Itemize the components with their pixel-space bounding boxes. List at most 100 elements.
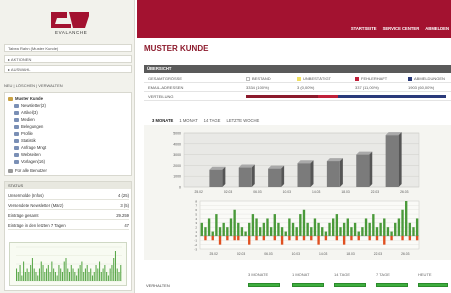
positive-bar [251,214,255,236]
mini-bar [33,268,35,281]
col-header: HEUTE [418,272,432,277]
mini-bar [51,261,53,281]
y-tick-label: 4 [195,217,197,221]
positive-bar [215,214,218,236]
positive-bar [237,222,240,236]
positive-bar [200,222,203,236]
positive-bar [361,227,364,236]
bar [326,161,340,187]
positive-bar [364,218,368,236]
mini-bar [63,261,65,281]
assignment-icon [14,124,19,129]
tab-3-monate[interactable]: 3 MONATE [151,118,174,123]
tree-item-label: Medien [21,117,35,122]
x-tick-label: 02.03 [224,190,232,194]
growth-bar-chart: 0 1000 2000 3000 4000 5000 25.02 02.03 06.03 10.0… [173,132,420,194]
tree-item-medien[interactable]: Medien [14,117,35,122]
tree-footer[interactable]: Für alle Benutzer [8,168,47,173]
y-tick-label: 6 [195,208,197,212]
legend-swatch [355,76,359,81]
tab-1-monat[interactable]: 1 MONAT [178,118,198,123]
page-title: MUSTER KUNDE [144,44,209,53]
tree-root[interactable]: Muster Kunde [8,96,43,101]
selection-toggle[interactable]: ▸ AUSWAHL [4,65,132,73]
x-tick-label: 25.02 [210,252,218,256]
mini-bar [77,268,79,281]
negative-bar [233,235,236,241]
mini-bar [31,258,33,281]
tree-item-label: Anfrage Mngt [21,145,47,150]
bar-side [398,132,402,187]
tab-letzte-woche[interactable]: LETZTE WOCHE [225,118,260,123]
mini-bar [46,268,48,281]
tree-item-vorlagen[interactable]: Vorlagen(16) [14,159,45,164]
mini-bar [17,272,19,281]
nav-abmelden[interactable]: ABMELDEN [425,26,449,31]
positive-bar [284,231,287,236]
behavior-bar [334,283,366,287]
value-bestand: 3334 (100%) [246,85,269,90]
negative-bar [342,235,346,245]
actions-toggle[interactable]: ▸ AKTIONEN [4,55,132,63]
tree-item-artikel[interactable]: Artikel(3) [14,110,38,115]
tree-item-newsletter[interactable]: Newsletter(2) [14,103,46,108]
tree-item-webseiten[interactable]: Webseiten [14,152,41,157]
tab-14-tage[interactable]: 14 TAGE [203,118,222,123]
legend-swatch [408,76,412,81]
negative-bar [375,235,379,241]
col-header: 3 MONATE [248,272,269,277]
distribution-abmeldungen [338,95,446,98]
row-label: VERHALTEN [146,283,170,288]
positive-bar [288,218,291,236]
positive-bar [310,227,313,236]
legend-label: ABMELDUNGEN [414,76,445,81]
users-icon [8,168,13,173]
left-sidebar: EVALANCHE Tabea Rahn (Muster Kunde) ▸ AK… [0,0,135,293]
y-tick-label: 0 [195,234,197,238]
value-unbestaetigt: 3 (0,00%) [297,85,315,90]
mini-bar [113,258,115,281]
y-tick-label: 5 [195,212,197,216]
x-tick-label: 25.02 [195,190,203,194]
y-tick-label: 5000 [173,132,181,136]
positive-bar [222,222,225,236]
mini-bar [53,268,55,281]
bar [356,154,370,187]
nav-startseite[interactable]: STARTSEITE [351,26,377,31]
positive-bar [386,227,390,236]
positive-bar [379,222,382,236]
tree-item-statistik[interactable]: Statistik [14,138,36,143]
mini-bar [58,265,60,281]
tree-root-label: Muster Kunde [15,96,43,101]
mini-chart-svg [16,246,122,282]
tree-item-anfrage[interactable]: Anfrage Mngt [14,145,46,150]
negative-bar [237,235,240,241]
negative-bar [248,235,251,245]
tree-actions[interactable]: NEU | LÖSCHEN | VERWALTEN [4,83,63,88]
website-icon [14,152,19,157]
x-tick-label: 18.03 [346,252,354,256]
col-header: 14 TAGE [334,272,351,277]
user-bar[interactable]: Tabea Rahn (Muster Kunde) [4,44,132,52]
negative-bar [390,235,393,241]
x-tick-label: 06.03 [264,252,272,256]
app-root: EVALANCHE Tabea Rahn (Muster Kunde) ▸ AK… [0,0,451,293]
y-tick-label: 1 [195,230,197,234]
negative-bar [255,235,258,241]
y-tick-label: 0 [179,186,181,190]
distribution-bar [246,95,446,98]
y-tick-label: 2 [195,225,197,229]
nav-service-center[interactable]: SERVICE CENTER [383,26,420,31]
tree-item-profile[interactable]: Profile [14,131,33,136]
value-abmeldungen: 1903 (60,00%) [408,85,435,90]
tree-item-belegungen[interactable]: Belegungen [14,124,43,129]
legend-fehlerhaft: FEHLERHAFT [355,76,387,81]
bar-side [251,164,255,187]
y-tick-label: 8 [195,199,197,203]
statistics-icon [14,138,19,143]
legend-label: BESTAND [252,76,271,81]
positive-bar [299,214,302,236]
behavior-table: 3 MONATE 1 MONAT 14 TAGE 7 TAGE HEUTE VE… [144,272,451,292]
y-tick-label: 2000 [173,164,181,168]
evalanche-logo[interactable]: EVALANCHE [45,8,95,36]
